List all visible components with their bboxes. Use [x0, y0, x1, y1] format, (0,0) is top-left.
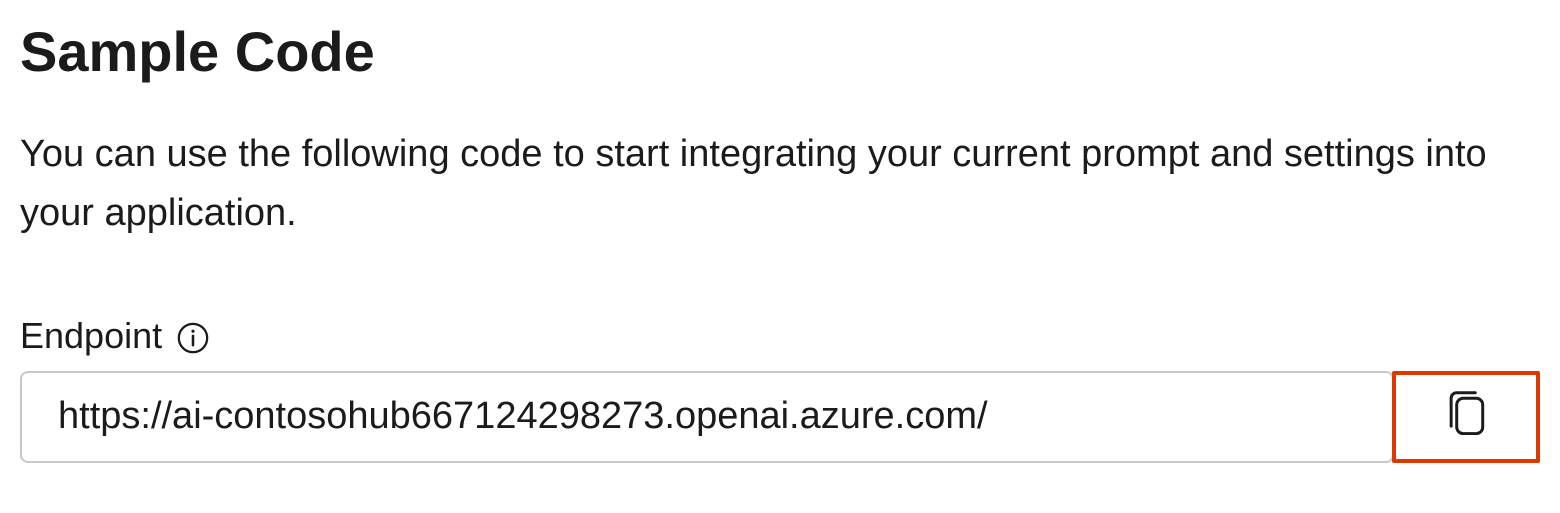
endpoint-row: [20, 371, 1540, 463]
description-text: You can use the following code to start …: [20, 125, 1520, 243]
copy-icon: [1443, 389, 1489, 444]
info-icon[interactable]: [176, 321, 210, 355]
endpoint-input[interactable]: [20, 371, 1394, 463]
copy-button[interactable]: [1392, 371, 1540, 463]
endpoint-label: Endpoint: [20, 315, 162, 357]
page-title: Sample Code: [20, 18, 1540, 85]
endpoint-label-row: Endpoint: [20, 315, 1540, 357]
